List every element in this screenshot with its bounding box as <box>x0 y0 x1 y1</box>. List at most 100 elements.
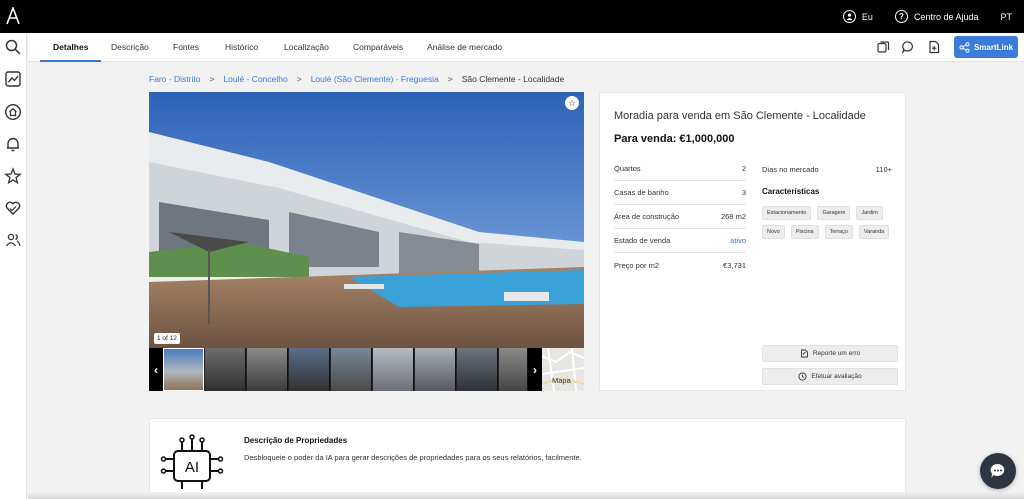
report-error-button[interactable]: Reporte um erro <box>762 345 898 362</box>
photo-gallery: ☆ 1 of 12 ‹ › Mapa <box>149 92 584 391</box>
favorite-star-icon[interactable]: ☆ <box>565 96 579 110</box>
thumbnail[interactable] <box>415 348 456 391</box>
tab-historico[interactable]: Histórico <box>225 33 258 62</box>
prev-photo-button[interactable]: ‹ <box>149 348 163 391</box>
left-sidebar <box>0 33 27 499</box>
feature-chip: Terraço <box>824 225 853 239</box>
tab-detalhes[interactable]: Detalhes <box>40 33 102 62</box>
share-icon <box>959 41 970 53</box>
detail-label: Estado de venda <box>614 236 671 245</box>
sale-status-link[interactable]: ativo <box>730 236 746 245</box>
breadcrumb: Faro - Distrito > Loulé - Concelho > Lou… <box>149 74 564 84</box>
features-list: Estacionamento Garagem Jardim Novo Pisci… <box>762 206 902 239</box>
description-card: AI Descrição de Propriedades Desbloqueie… <box>149 418 906 499</box>
evaluate-button[interactable]: Efetuar avaliação <box>762 368 898 385</box>
app-logo-icon[interactable] <box>5 7 21 25</box>
next-photo-button[interactable]: › <box>528 348 542 391</box>
tab-analise-mercado[interactable]: Análise de mercado <box>427 33 502 62</box>
thumbnail[interactable] <box>205 348 246 391</box>
breadcrumb-distrito[interactable]: Faro - Distrito <box>149 74 200 84</box>
map-label: Mapa <box>552 376 571 385</box>
evaluate-label: Efetuar avaliação <box>811 373 862 380</box>
features-title: Características <box>762 187 820 196</box>
breadcrumb-freguesia[interactable]: Loulé (São Clemente) - Freguesia <box>311 74 439 84</box>
thumbnail[interactable] <box>163 348 204 391</box>
comment-icon[interactable] <box>901 40 915 54</box>
thumbnail-strip: ‹ › Mapa <box>149 347 584 391</box>
star-icon[interactable] <box>4 167 22 185</box>
report-error-label: Reporte um erro <box>812 350 861 357</box>
smartlink-button[interactable]: SmartLink <box>954 36 1018 58</box>
feature-chip: Varanda <box>858 225 890 239</box>
chat-bubble-icon <box>990 463 1005 478</box>
feature-chip: Garagem <box>817 206 851 220</box>
thumbnail[interactable] <box>373 348 414 391</box>
detail-row-preco-m2: Preço por m2 €3,731 <box>614 253 746 277</box>
detail-row-quartos: Quartos 2 <box>614 157 746 181</box>
user-icon[interactable] <box>842 10 856 23</box>
days-on-market: Dias no mercado 110+ <box>762 157 892 181</box>
thumbnail[interactable] <box>247 348 288 391</box>
breadcrumb-separator: > <box>447 74 453 84</box>
detail-value: €3,731 <box>723 260 746 270</box>
handshake-heart-icon[interactable] <box>4 199 22 217</box>
help-center-link[interactable]: Centro de Ajuda <box>914 12 979 22</box>
tab-bar: Detalhes Descrição Fontes Histórico Loca… <box>28 33 1024 62</box>
detail-label: Preço por m2 <box>614 260 660 270</box>
tab-fontes[interactable]: Fontes <box>173 33 199 62</box>
detail-label: Área de construção <box>614 212 680 221</box>
breadcrumb-concelho[interactable]: Loulé - Concelho <box>223 74 287 84</box>
thumbnail[interactable] <box>289 348 330 391</box>
feature-chip: Piscina <box>790 225 819 239</box>
bottom-shadow <box>28 492 1024 499</box>
ai-chip-icon: AI <box>160 434 224 489</box>
days-value: 110+ <box>875 164 892 174</box>
bell-icon[interactable] <box>4 135 22 153</box>
breadcrumb-separator: > <box>209 74 215 84</box>
valuation-icon <box>798 372 807 381</box>
smartlink-label: SmartLink <box>973 42 1014 52</box>
feature-chip: Jardim <box>856 206 883 220</box>
photo-counter: 1 of 12 <box>154 333 180 344</box>
detail-row-estado-venda: Estado de venda ativo <box>614 229 746 253</box>
user-label[interactable]: Eu <box>862 12 873 22</box>
detail-label: Casas de banho <box>614 188 669 197</box>
description-title: Descrição de Propriedades <box>244 436 348 445</box>
detail-row-area: Área de construção 268 m2 <box>614 205 746 229</box>
copy-icon[interactable] <box>876 40 890 54</box>
home-icon[interactable] <box>4 103 22 121</box>
property-photo[interactable] <box>149 92 584 348</box>
thumbnail[interactable] <box>499 348 528 391</box>
detail-row-casas-banho: Casas de banho 3 <box>614 181 746 205</box>
description-text: Desbloqueie o poder da IA para gerar des… <box>244 453 582 462</box>
users-icon[interactable] <box>4 231 22 249</box>
ai-chip-label: AI <box>185 459 199 476</box>
thumbnail[interactable] <box>457 348 498 391</box>
breadcrumb-localidade: São Clemente - Localidade <box>461 74 565 84</box>
language-selector[interactable]: PT <box>1000 12 1012 22</box>
search-icon[interactable] <box>4 38 22 56</box>
edit-icon <box>800 349 808 358</box>
property-title: Moradia para venda em São Clemente - Loc… <box>614 110 866 122</box>
map-thumbnail[interactable]: Mapa <box>541 347 584 391</box>
days-label: Dias no mercado <box>762 164 819 174</box>
add-document-icon[interactable] <box>927 40 941 54</box>
feature-chip: Novo <box>762 225 785 239</box>
detail-value: 2 <box>741 164 746 173</box>
top-bar: Eu ? Centro de Ajuda PT <box>0 0 1024 33</box>
detail-value: 3 <box>741 188 746 197</box>
thumbnail[interactable] <box>331 348 372 391</box>
property-info-card: Moradia para venda em São Clemente - Loc… <box>599 92 906 391</box>
detail-value: 268 m2 <box>720 212 746 221</box>
breadcrumb-separator: > <box>296 74 302 84</box>
top-right-menu: Eu ? Centro de Ajuda PT <box>842 0 1012 33</box>
chat-button[interactable] <box>980 453 1016 489</box>
help-icon[interactable]: ? <box>894 10 908 23</box>
property-price: Para venda: €1,000,000 <box>614 133 735 145</box>
tab-comparaveis[interactable]: Comparáveis <box>353 33 403 62</box>
tab-descricao[interactable]: Descrição <box>111 33 149 62</box>
detail-label: Quartos <box>614 164 641 173</box>
feature-chip: Estacionamento <box>762 206 812 220</box>
tab-localizacao[interactable]: Localização <box>284 33 329 62</box>
chart-icon[interactable] <box>4 70 22 88</box>
